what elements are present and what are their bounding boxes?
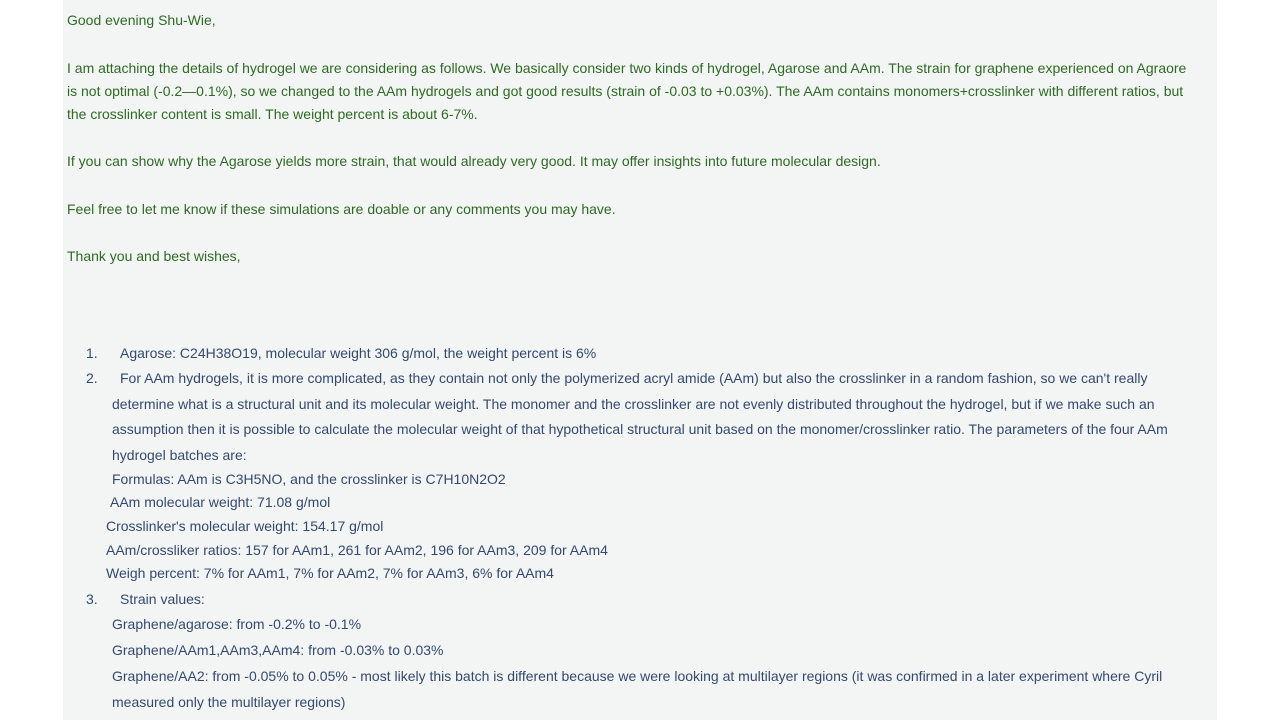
crosslinker-molecular-weight: Crosslinker's molecular weight: 154.17 g…: [106, 518, 384, 534]
formulas: Formulas: AAm is C3H5NO, and the crossli…: [112, 471, 506, 487]
strain-aa2-line-1: Graphene/AA2: from -0.05% to 0.05% - mos…: [112, 668, 1163, 684]
paragraph-1-line-3: the crosslinker content is small. The we…: [67, 106, 478, 122]
greeting: Good evening Shu-Wie,: [67, 12, 216, 28]
paragraph-2: If you can show why the Agarose yields m…: [67, 153, 881, 169]
paragraph-1-line-2: is not optimal (-0.2—0.1%), so we change…: [67, 83, 1184, 99]
strain-aa2-line-2: measured only the multilayer regions): [112, 694, 346, 710]
list-number-3: 3.: [86, 591, 98, 607]
list-item-2-line-2: determine what is a structural unit and …: [112, 396, 1155, 412]
email-body: Good evening Shu-Wie, I am attaching the…: [63, 0, 1217, 720]
list-number-2: 2.: [86, 370, 98, 386]
aam-crosslinker-ratios: AAm/crossliker ratios: 157 for AAm1, 261…: [106, 542, 608, 558]
aam-molecular-weight: AAm molecular weight: 71.08 g/mol: [110, 494, 331, 510]
strain-aam-1-3-4: Graphene/AAm1,AAm3,AAm4: from -0.03% to …: [112, 642, 444, 658]
list-item-3: Strain values:: [120, 591, 205, 607]
paragraph-1-line-1: I am attaching the details of hydrogel w…: [67, 60, 1187, 76]
closing: Thank you and best wishes,: [67, 248, 241, 264]
list-item-1: Agarose: C24H38O19, molecular weight 306…: [120, 345, 597, 361]
paragraph-3: Feel free to let me know if these simula…: [67, 201, 616, 217]
strain-agarose: Graphene/agarose: from -0.2% to -0.1%: [112, 616, 362, 632]
list-item-2-line-3: assumption then it is possible to calcul…: [112, 421, 1168, 437]
list-item-2-line-4: hydrogel batches are:: [112, 447, 247, 463]
weigh-percent: Weigh percent: 7% for AAm1, 7% for AAm2,…: [106, 565, 554, 581]
list-number-1: 1.: [86, 345, 98, 361]
list-item-2-line-1: For AAm hydrogels, it is more complicate…: [120, 370, 1148, 386]
